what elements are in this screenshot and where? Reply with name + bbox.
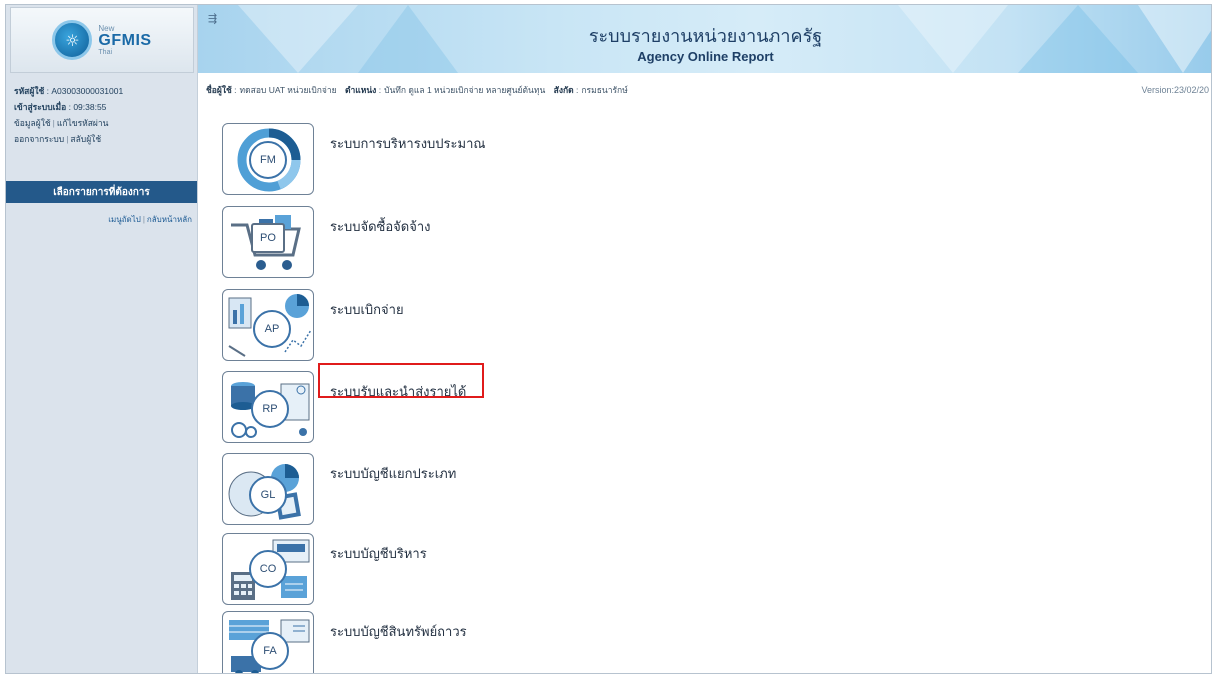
logo-sub: Thai	[98, 48, 113, 56]
user-details: ชื่อผู้ใช้ : ทดสอบ UAT หน่วยเบิกจ่าย ตำแห…	[206, 85, 628, 95]
system-item-co[interactable]: CO ระบบบัญชีบริหาร	[222, 533, 562, 605]
system-item-fa[interactable]: FA ระบบบัญชีสินทรัพย์ถาวร	[222, 611, 562, 673]
system-label[interactable]: ระบบบัญชีสินทรัพย์ถาวร	[330, 621, 467, 642]
system-label[interactable]: ระบบการบริหารงบประมาณ	[330, 133, 485, 154]
affiliation-value: กรมธนารักษ์	[581, 85, 628, 95]
fixed-asset-icon[interactable]: FA	[222, 611, 314, 673]
revenue-coins-icon[interactable]: RP	[222, 371, 314, 443]
change-password-link[interactable]: แก้ไขรหัสผ่าน	[57, 118, 109, 128]
user-id-row: รหัสผู้ใช้ : A03003000031001	[14, 86, 124, 96]
system-label[interactable]: ระบบรับและนำส่งรายได้	[330, 381, 466, 402]
user-name-value: ทดสอบ UAT หน่วยเบิกจ่าย	[239, 85, 337, 95]
system-item-ap[interactable]: AP ระบบเบิกจ่าย	[222, 289, 562, 361]
menu-header: เลือกรายการที่ต้องการ	[6, 181, 197, 203]
logo-text: New GFMIS Thai	[98, 24, 152, 56]
gfmis-logo[interactable]: ☼ New GFMIS Thai	[10, 7, 194, 73]
user-name-label: ชื่อผู้ใช้	[206, 85, 232, 95]
system-item-rp[interactable]: RP ระบบรับและนำส่งรายได้	[222, 371, 562, 443]
user-id-label: รหัสผู้ใช้	[14, 86, 45, 96]
system-item-gl[interactable]: GL ระบบบัญชีแยกประเภท	[222, 453, 562, 525]
home-link[interactable]: กลับหน้าหลัก	[147, 215, 192, 224]
user-id-value: A03003000031001	[51, 86, 124, 96]
switch-user-link[interactable]: สลับผู้ใช้	[70, 134, 101, 144]
page-title-en: Agency Online Report	[637, 49, 774, 64]
ledger-icon[interactable]: GL	[222, 453, 314, 525]
system-item-po[interactable]: PO ระบบจัดซื้อจัดจ้าง	[222, 206, 562, 278]
system-code: AP	[253, 310, 291, 348]
system-code: FM	[249, 141, 287, 179]
user-info: รหัสผู้ใช้ : A03003000031001 เข้าสู่ระบบ…	[14, 83, 194, 147]
system-item-fm[interactable]: FM ระบบการบริหารงบประมาณ	[222, 123, 562, 195]
system-label[interactable]: ระบบบัญชีแยกประเภท	[330, 463, 456, 484]
user-info-bar: ชื่อผู้ใช้ : ทดสอบ UAT หน่วยเบิกจ่าย ตำแห…	[198, 73, 1211, 107]
budget-chart-icon[interactable]: FM	[222, 123, 314, 195]
logo-name: GFMIS	[98, 31, 152, 49]
logout-link[interactable]: ออกจากระบบ	[14, 134, 64, 144]
next-menu-link[interactable]: เมนูถัดไป	[108, 215, 141, 224]
login-time-label: เข้าสู่ระบบเมื่อ	[14, 102, 67, 112]
payment-chart-icon[interactable]: AP	[222, 289, 314, 361]
system-label[interactable]: ระบบเบิกจ่าย	[330, 299, 404, 320]
system-label[interactable]: ระบบจัดซื้อจัดจ้าง	[330, 216, 430, 237]
position-label: ตำแหน่ง	[345, 85, 377, 95]
system-code: FA	[251, 632, 289, 670]
position-value: บันทึก ดูแล 1 หน่วยเบิกจ่าย หลายศูนย์ต้น…	[384, 85, 546, 95]
system-code: PO	[251, 223, 285, 253]
system-code: GL	[249, 476, 287, 514]
shopping-cart-icon[interactable]: PO	[222, 206, 314, 278]
system-code: RP	[251, 390, 289, 428]
login-time-value: 09:38:55	[73, 102, 107, 112]
system-label[interactable]: ระบบบัญชีบริหาร	[330, 543, 427, 564]
logo-emblem-icon: ☼	[52, 20, 93, 60]
sidebar: ☼ New GFMIS Thai รหัสผู้ใช้ : A030030000…	[6, 5, 198, 673]
calculator-icon[interactable]: CO	[222, 533, 314, 605]
system-code: CO	[249, 550, 287, 588]
header-banner: ⇶ ระบบรายงานหน่วยงานภาครัฐ Agency Online…	[198, 5, 1211, 73]
user-links-row-2: ออกจากระบบ | สลับผู้ใช้	[14, 131, 194, 147]
page-title-th: ระบบรายงานหน่วยงานภาครัฐ	[588, 26, 823, 47]
version-text: Version:23/02/20	[1141, 85, 1209, 95]
login-time-row: เข้าสู่ระบบเมื่อ : 09:38:55	[14, 102, 107, 112]
app-window: ☼ New GFMIS Thai รหัสผู้ใช้ : A030030000…	[5, 4, 1212, 674]
affiliation-label: สังกัด	[553, 85, 574, 95]
user-links-row-1: ข้อมูลผู้ใช้ | แก้ไขรหัสผ่าน	[14, 115, 194, 131]
menu-links: เมนูถัดไป | กลับหน้าหลัก	[6, 213, 192, 226]
user-profile-link[interactable]: ข้อมูลผู้ใช้	[14, 118, 51, 128]
